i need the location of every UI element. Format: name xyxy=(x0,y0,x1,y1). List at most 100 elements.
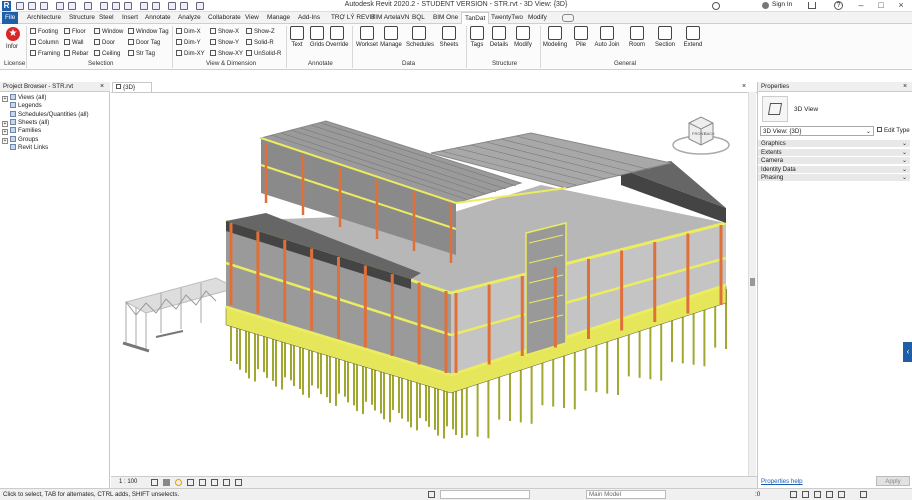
prop-group-camera[interactable]: Camera ⌄ xyxy=(758,157,910,165)
tree-item-revit-links[interactable]: Revit Links xyxy=(2,143,48,152)
tree-item-schedules-quantities-all[interactable]: Schedules/Quantities (all) xyxy=(2,110,89,119)
tool-extend[interactable]: Extend xyxy=(680,26,706,56)
prop-group-identity-data[interactable]: Identity Data ⌄ xyxy=(758,165,910,174)
tool-str-tag[interactable]: Str Tag xyxy=(128,50,155,58)
tab-bql[interactable]: BQL xyxy=(409,12,428,24)
tab-twentytwo[interactable]: TwentyTwo xyxy=(488,12,526,24)
tool-framing[interactable]: Framing xyxy=(30,50,60,58)
tool-room[interactable]: Room xyxy=(624,26,650,56)
tool-column[interactable]: Column xyxy=(30,39,59,47)
tool-show-z[interactable]: Show-Z xyxy=(246,28,275,36)
detail-level-icon[interactable] xyxy=(151,479,158,486)
3d-view-canvas[interactable]: FRONT BACK xyxy=(111,92,757,476)
select-underlay-icon[interactable] xyxy=(802,491,809,498)
shadows-icon[interactable] xyxy=(187,479,194,486)
tab-architecture[interactable]: Architecture xyxy=(24,12,64,24)
tree-item-sheets-all[interactable]: + Sheets (all) xyxy=(2,118,49,127)
maximize-button[interactable]: □ xyxy=(870,0,892,12)
prop-group-graphics[interactable]: Graphics ⌄ xyxy=(758,140,910,148)
help-icon[interactable]: ? xyxy=(834,1,843,10)
close-icon[interactable]: × xyxy=(100,83,104,90)
properties-help-link[interactable]: Properties help xyxy=(761,478,803,485)
tool-show-xy[interactable]: Show-XY xyxy=(210,50,243,58)
hide-icon[interactable] xyxy=(235,479,242,486)
expand-icon[interactable]: + xyxy=(2,137,8,144)
expand-icon[interactable]: + xyxy=(2,96,8,102)
tool-show-y[interactable]: Show-Y xyxy=(210,39,239,47)
tool-dim-y[interactable]: Dim-Y xyxy=(176,39,201,47)
cart-icon[interactable] xyxy=(808,2,816,9)
tool-wall[interactable]: Wall xyxy=(64,39,83,47)
tool-workset[interactable]: Workset xyxy=(354,26,380,56)
prop-group-phasing[interactable]: Phasing ⌄ xyxy=(758,174,910,182)
tool-section[interactable]: Section xyxy=(652,26,678,56)
select-links-icon[interactable] xyxy=(790,491,797,498)
tab-add-ins[interactable]: Add-Ins xyxy=(295,12,323,24)
lock-icon[interactable] xyxy=(223,479,230,486)
tool-pile[interactable]: Pile xyxy=(568,26,594,56)
expand-icon[interactable]: + xyxy=(2,129,8,136)
tool-sheets[interactable]: Sheets xyxy=(436,26,462,56)
drag-elements-icon[interactable] xyxy=(838,491,845,498)
crop-icon[interactable] xyxy=(211,479,218,486)
search-icon[interactable] xyxy=(712,2,720,10)
tab-bim-artelavn[interactable]: BIM ArtelaVN xyxy=(368,12,412,24)
scale-label[interactable]: 1 : 100 xyxy=(119,477,137,488)
close-button[interactable]: × xyxy=(890,0,912,12)
tool-rebar[interactable]: Rebar xyxy=(64,50,88,58)
tab-bim-one[interactable]: BIM One xyxy=(430,12,461,24)
tree-item-families[interactable]: + Families xyxy=(2,127,41,136)
vertical-scrollbar[interactable] xyxy=(748,92,756,476)
prop-group-extents[interactable]: Extents ⌄ xyxy=(758,148,910,157)
tool-show-x[interactable]: Show-X xyxy=(210,28,239,36)
view-tab-3d[interactable]: {3D} xyxy=(112,82,152,92)
sign-in-link[interactable]: Sign In xyxy=(772,1,792,8)
tool-solid-r[interactable]: Solid-R xyxy=(246,39,274,47)
view-close-icon[interactable]: × xyxy=(742,83,746,90)
tool-floor[interactable]: Floor xyxy=(64,28,86,36)
tree-item-legends[interactable]: Legends xyxy=(2,102,42,110)
model-selector[interactable]: Main Model xyxy=(586,490,666,499)
tool-unsolid-r[interactable]: UnSolid-R xyxy=(246,50,281,58)
tab-insert[interactable]: Insert xyxy=(119,12,141,24)
tab-steel[interactable]: Steel xyxy=(96,12,117,24)
collapse-arrow-icon[interactable]: ‹ xyxy=(903,342,912,362)
tool-window[interactable]: Window xyxy=(94,28,123,36)
type-selector[interactable]: 3D View: {3D} ⌄ xyxy=(760,126,874,136)
tool-auto-join[interactable]: Auto Join xyxy=(594,26,620,56)
tool-schedules[interactable]: Schedules xyxy=(406,26,434,56)
tab-structure[interactable]: Structure xyxy=(66,12,98,24)
select-pinned-icon[interactable] xyxy=(814,491,821,498)
tool-modify[interactable]: Modify xyxy=(510,26,536,56)
tab-analyze[interactable]: Analyze xyxy=(175,12,204,24)
tab-manage[interactable]: Manage xyxy=(264,12,293,24)
tab-collaborate[interactable]: Collaborate xyxy=(205,12,244,24)
scroll-thumb[interactable] xyxy=(750,278,755,286)
tree-item-groups[interactable]: + Groups xyxy=(2,135,38,144)
ribbon-options-icon[interactable] xyxy=(562,14,574,22)
edit-type-button[interactable]: Edit Type xyxy=(877,126,911,136)
select-by-face-icon[interactable] xyxy=(826,491,833,498)
visual-style-icon[interactable] xyxy=(163,479,170,486)
minimize-button[interactable]: – xyxy=(850,0,872,12)
filter-icon[interactable] xyxy=(860,491,867,498)
tab-modify[interactable]: Modify xyxy=(525,12,550,24)
tool-footing[interactable]: Footing xyxy=(30,28,58,36)
design-option-field[interactable] xyxy=(440,490,530,499)
tool-modeling[interactable]: Modeling xyxy=(542,26,568,56)
render-icon[interactable] xyxy=(199,479,206,486)
apply-button[interactable]: Apply xyxy=(876,476,910,486)
tool-details[interactable]: Details xyxy=(486,26,512,56)
tool-manage[interactable]: Manage xyxy=(378,26,404,56)
tab-file[interactable]: File xyxy=(2,12,19,24)
close-icon[interactable]: × xyxy=(903,83,907,90)
tree-item-views-all[interactable]: + Views (all) xyxy=(2,94,46,102)
tab-annotate[interactable]: Annotate xyxy=(142,12,174,24)
tool-ceiling[interactable]: Ceiling xyxy=(94,50,120,58)
tab-tandat[interactable]: TanDat xyxy=(461,12,490,24)
tool-window-tag[interactable]: Window Tag xyxy=(128,28,169,36)
tool-door-tag[interactable]: Door Tag xyxy=(128,39,160,47)
tab-view[interactable]: View xyxy=(242,12,262,24)
sun-path-icon[interactable] xyxy=(175,479,182,486)
user-icon[interactable] xyxy=(762,2,769,9)
